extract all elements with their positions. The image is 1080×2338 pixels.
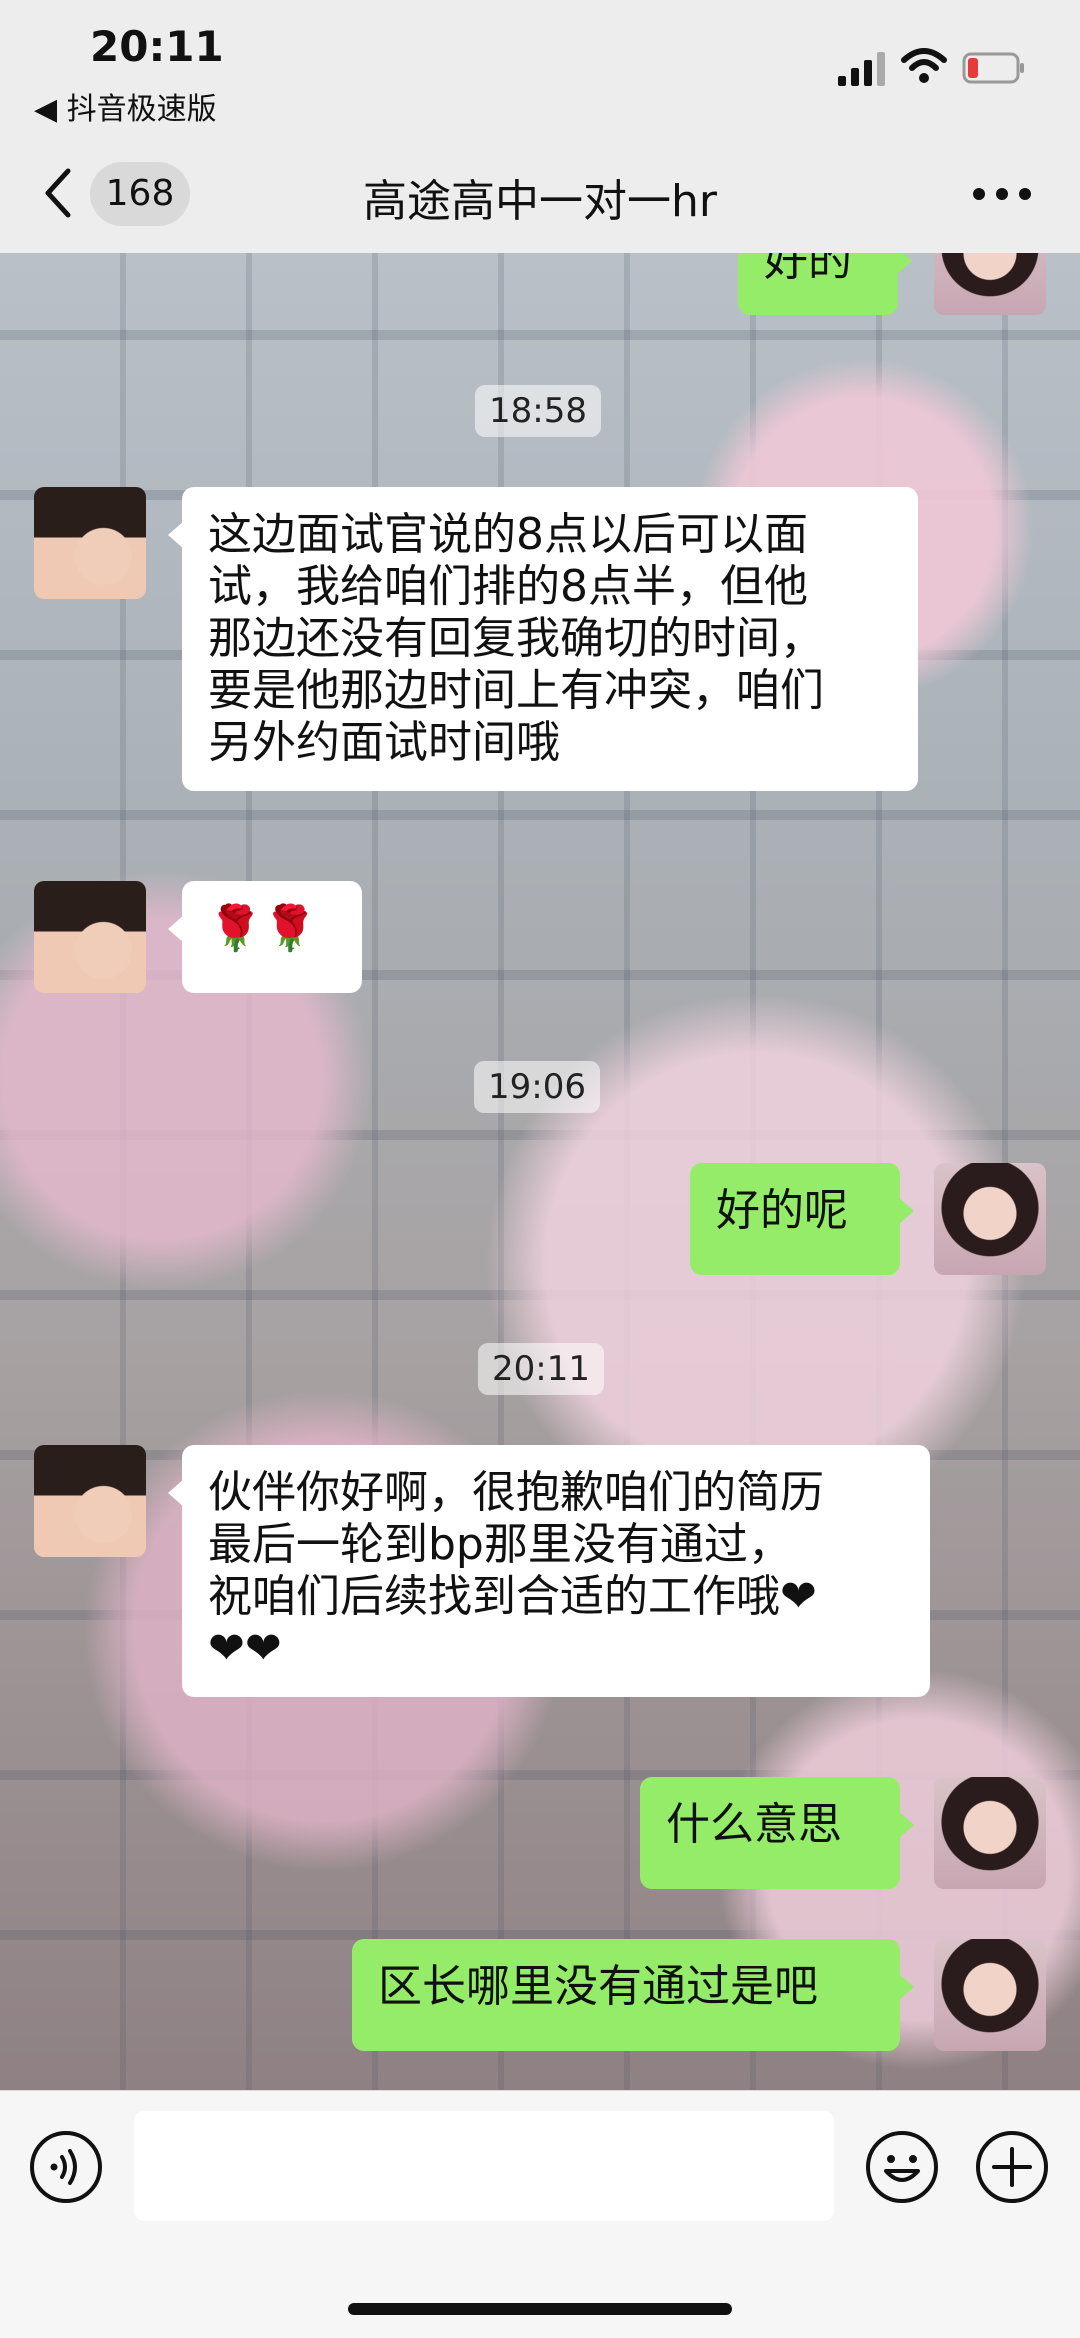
- avatar-other[interactable]: [34, 1445, 146, 1557]
- timestamp: 20:11: [478, 1343, 604, 1395]
- message-bubble-incoming[interactable]: 这边面试官说的8点以后可以面 试，我给咱们排的8点半，但他 那边还没有回复我确切…: [168, 487, 918, 791]
- status-time: 20:11: [90, 22, 224, 71]
- message-line: 这边面试官说的8点以后可以面: [208, 509, 808, 560]
- home-indicator[interactable]: [348, 2303, 732, 2315]
- message-bubble-incoming[interactable]: 伙伴你好啊，很抱歉咱们的简历 最后一轮到bp那里没有通过， 祝咱们后续找到合适的…: [168, 1445, 930, 1697]
- back-to-app-link[interactable]: ◀ 抖音极速版: [34, 84, 217, 128]
- status-bar: 20:11 ◀ 抖音极速版: [0, 0, 1080, 135]
- avatar-me[interactable]: [934, 1163, 1046, 1275]
- message-input[interactable]: [134, 2111, 834, 2221]
- message-text: 好的呢: [716, 1185, 848, 1236]
- message-bubble-outgoing[interactable]: 区长哪里没有通过是吧: [352, 1939, 914, 2051]
- message-line: 另外约面试时间哦: [208, 717, 560, 768]
- signal-icon: [838, 52, 885, 86]
- message-bubble-incoming[interactable]: 🌹🌹: [168, 881, 362, 993]
- chat-area[interactable]: 好的 18:58 这边面试官说的8点以后可以面 试，我给咱们排的8点半，但他 那…: [0, 253, 1080, 2090]
- more-icon[interactable]: [972, 187, 1032, 201]
- avatar-other[interactable]: [34, 487, 146, 599]
- message-text: 好的: [764, 253, 852, 286]
- message-bubble-outgoing[interactable]: 好的: [738, 253, 912, 315]
- battery-icon: [962, 52, 1024, 84]
- message-line: 祝咱们后续找到合适的工作哦❤: [208, 1571, 817, 1622]
- message-bubble-outgoing[interactable]: 好的呢: [690, 1163, 914, 1275]
- wifi-icon: [901, 48, 947, 83]
- message-line: 要是他那边时间上有冲突，咱们: [208, 665, 824, 716]
- message-line: 那边还没有回复我确切的时间，: [208, 613, 824, 664]
- voice-icon[interactable]: [28, 2129, 104, 2205]
- message-text: 什么意思: [666, 1799, 842, 1850]
- timestamp: 19:06: [474, 1061, 600, 1113]
- timestamp: 18:58: [475, 385, 601, 437]
- message-line: 最后一轮到bp那里没有通过，: [208, 1519, 792, 1570]
- message-bubble-outgoing[interactable]: 什么意思: [640, 1777, 914, 1889]
- avatar-me[interactable]: [934, 1939, 1046, 2051]
- input-bar: [0, 2090, 1080, 2338]
- message-line: 伙伴你好啊，很抱歉咱们的简历: [208, 1467, 824, 1518]
- emoji-icon[interactable]: [864, 2129, 940, 2205]
- rose-emoji: 🌹🌹: [208, 903, 318, 954]
- chat-title: 高途高中一对一hr: [363, 176, 717, 227]
- message-line: ❤❤: [208, 1623, 282, 1674]
- chat-header: 168 高途高中一对一hr: [0, 135, 1080, 253]
- avatar-me[interactable]: [934, 1777, 1046, 1889]
- avatar-me[interactable]: [934, 253, 1046, 315]
- message-text: 区长哪里没有通过是吧: [378, 1961, 818, 2012]
- message-line: 试，我给咱们排的8点半，但他: [208, 561, 808, 612]
- plus-icon[interactable]: [974, 2129, 1050, 2205]
- avatar-other[interactable]: [34, 881, 146, 993]
